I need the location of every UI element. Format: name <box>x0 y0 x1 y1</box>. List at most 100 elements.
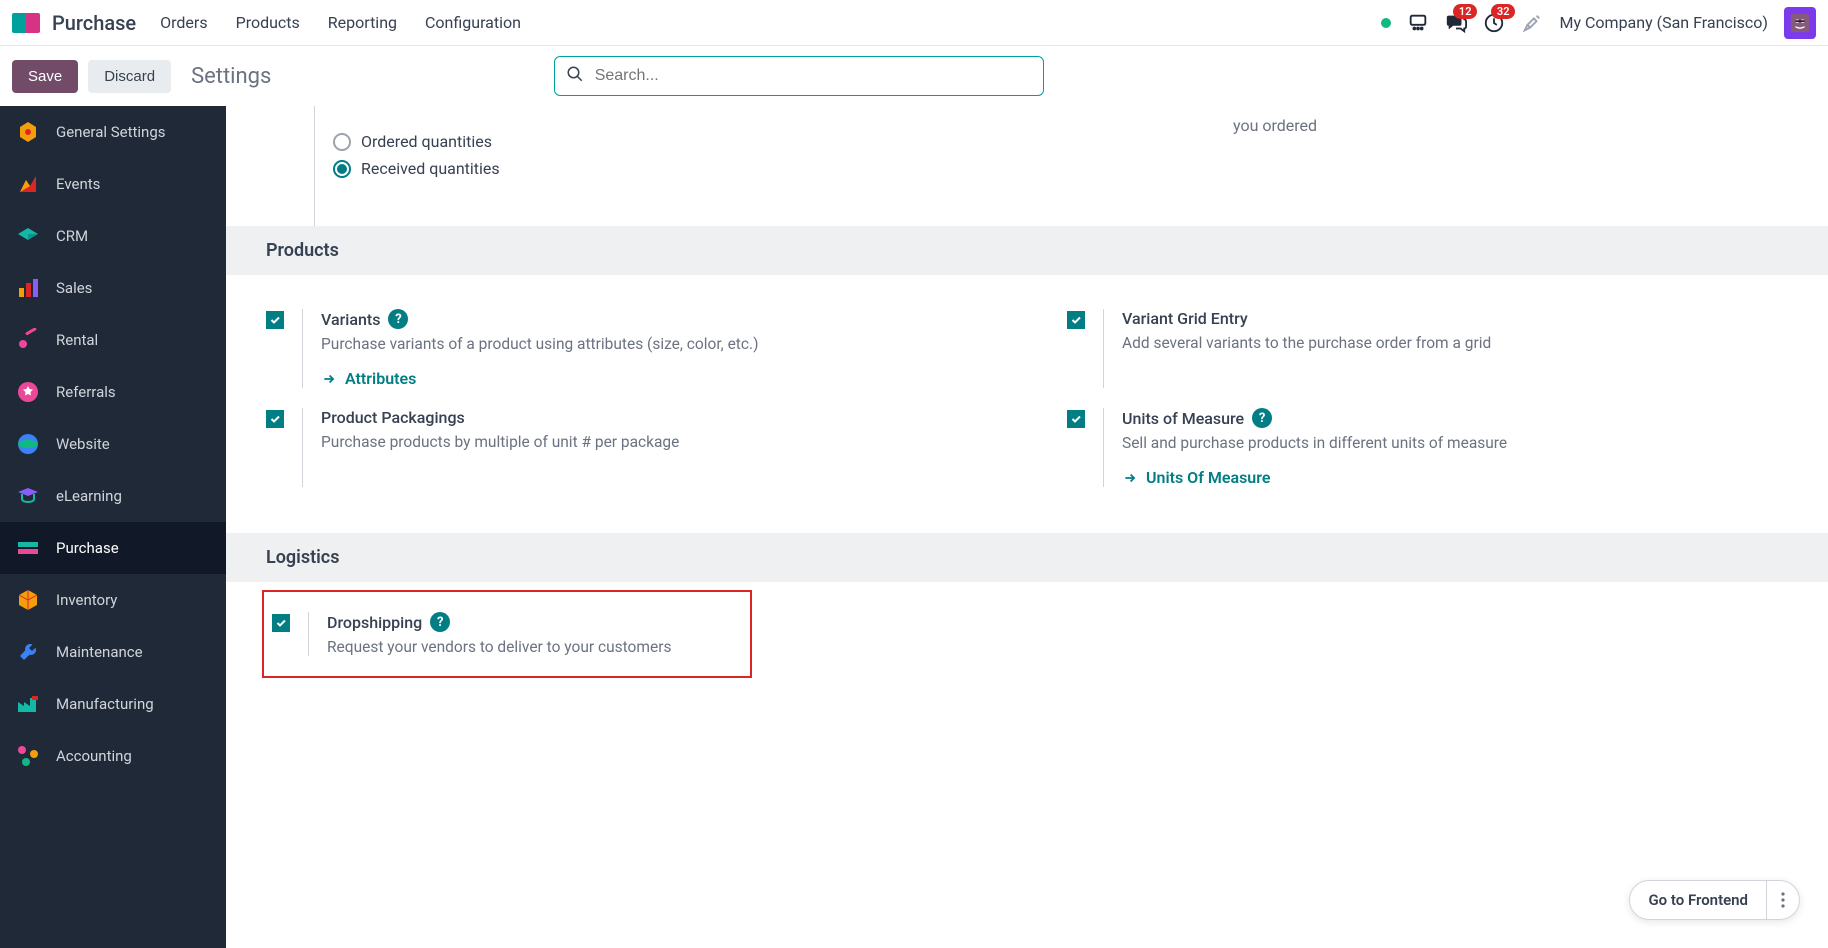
divider <box>308 612 309 656</box>
help-icon[interactable]: ? <box>430 612 450 632</box>
sidebar-item-label: Inventory <box>56 591 117 609</box>
menu-reporting[interactable]: Reporting <box>328 13 397 32</box>
elearning-icon <box>16 484 40 508</box>
kebab-icon <box>1781 892 1785 908</box>
sidebar-item-label: eLearning <box>56 487 122 505</box>
section-header-logistics: Logistics <box>226 533 1828 582</box>
manufacturing-icon <box>16 692 40 716</box>
menu-orders[interactable]: Orders <box>160 13 207 32</box>
divider <box>1103 309 1104 388</box>
section-body-logistics: Dropshipping ? Request your vendors to d… <box>226 590 1828 678</box>
phone-icon[interactable] <box>1407 12 1429 34</box>
help-icon[interactable]: ? <box>388 309 408 329</box>
sidebar-item-referrals[interactable]: Referrals <box>0 366 226 418</box>
setting-title-label: Product Packagings <box>321 408 465 427</box>
sidebar-item-maintenance[interactable]: Maintenance <box>0 626 226 678</box>
sidebar-item-label: General Settings <box>56 123 166 141</box>
checkbox-variant-grid[interactable] <box>1067 311 1085 329</box>
website-icon <box>16 432 40 456</box>
partial-text-fragment: you ordered <box>1233 116 1317 135</box>
company-name[interactable]: My Company (San Francisco) <box>1559 13 1768 32</box>
status-dot-icon <box>1381 18 1391 28</box>
radio-icon <box>333 160 351 178</box>
sidebar-item-crm[interactable]: CRM <box>0 210 226 262</box>
gear-icon <box>16 120 40 144</box>
content-area[interactable]: you ordered Ordered quantities Received … <box>226 106 1828 948</box>
menu-products[interactable]: Products <box>236 13 300 32</box>
inventory-icon <box>16 588 40 612</box>
radio-received-quantities[interactable]: Received quantities <box>333 159 1828 178</box>
radio-ordered-quantities[interactable]: Ordered quantities <box>333 132 1828 151</box>
setting-desc: Add several variants to the purchase ord… <box>1122 334 1788 352</box>
radio-label: Ordered quantities <box>361 132 492 151</box>
sidebar-item-label: Referrals <box>56 383 116 401</box>
link-label: Attributes <box>345 369 416 388</box>
save-button[interactable]: Save <box>12 60 78 93</box>
frontend-more-button[interactable] <box>1767 882 1799 918</box>
setting-title-label: Units of Measure <box>1122 409 1244 428</box>
sidebar-item-label: Events <box>56 175 100 193</box>
search-icon <box>566 65 584 87</box>
tools-icon[interactable] <box>1521 12 1543 34</box>
go-to-frontend-button[interactable]: Go to Frontend <box>1630 881 1767 919</box>
settings-sidebar: General Settings Events CRM Sales Rental… <box>0 106 226 948</box>
setting-desc: Purchase products by multiple of unit # … <box>321 433 987 451</box>
sidebar-item-rental[interactable]: Rental <box>0 314 226 366</box>
sidebar-item-label: Purchase <box>56 539 119 557</box>
checkbox-dropshipping[interactable] <box>272 614 290 632</box>
help-icon[interactable]: ? <box>1252 408 1272 428</box>
top-navbar: Purchase Orders Products Reporting Confi… <box>0 0 1828 46</box>
link-units-of-measure[interactable]: Units Of Measure <box>1122 468 1788 487</box>
purchase-icon <box>16 536 40 560</box>
sidebar-item-general-settings[interactable]: General Settings <box>0 106 226 158</box>
sidebar-item-events[interactable]: Events <box>0 158 226 210</box>
section-header-products: Products <box>226 226 1828 275</box>
app-name[interactable]: Purchase <box>52 11 136 35</box>
sidebar-item-label: Accounting <box>56 747 132 765</box>
user-avatar[interactable] <box>1784 7 1816 39</box>
sidebar-item-elearning[interactable]: eLearning <box>0 470 226 522</box>
divider <box>1103 408 1104 487</box>
setting-variants: Variants ? Purchase variants of a produc… <box>226 299 1027 398</box>
sidebar-item-label: Manufacturing <box>56 695 154 713</box>
sidebar-item-inventory[interactable]: Inventory <box>0 574 226 626</box>
sidebar-item-website[interactable]: Website <box>0 418 226 470</box>
divider <box>302 309 303 388</box>
menu-configuration[interactable]: Configuration <box>425 13 521 32</box>
sidebar-item-manufacturing[interactable]: Manufacturing <box>0 678 226 730</box>
divider <box>302 408 303 487</box>
checkbox-variants[interactable] <box>266 311 284 329</box>
referrals-icon <box>16 380 40 404</box>
sidebar-item-sales[interactable]: Sales <box>0 262 226 314</box>
sidebar-item-label: CRM <box>56 227 88 245</box>
section-body-products: Variants ? Purchase variants of a produc… <box>226 275 1828 533</box>
frontend-pill: Go to Frontend <box>1629 880 1800 920</box>
discard-button[interactable]: Discard <box>88 60 171 93</box>
activities-icon[interactable]: 32 <box>1483 12 1505 34</box>
sidebar-item-label: Rental <box>56 331 98 349</box>
setting-desc: Request your vendors to deliver to your … <box>327 638 746 656</box>
radio-icon <box>333 133 351 151</box>
sidebar-item-accounting[interactable]: Accounting <box>0 730 226 782</box>
setting-dropshipping: Dropshipping ? Request your vendors to d… <box>268 612 750 656</box>
link-label: Units Of Measure <box>1146 468 1270 487</box>
control-bar: Save Discard Settings <box>0 46 1828 106</box>
checkbox-uom[interactable] <box>1067 410 1085 428</box>
checkbox-packagings[interactable] <box>266 410 284 428</box>
setting-title-label: Variant Grid Entry <box>1122 309 1248 328</box>
highlight-dropshipping: Dropshipping ? Request your vendors to d… <box>262 590 752 678</box>
messages-icon[interactable]: 12 <box>1445 12 1467 34</box>
search-wrap <box>554 56 1044 96</box>
brand-logo[interactable] <box>12 13 40 33</box>
sidebar-item-label: Website <box>56 435 110 453</box>
setting-desc: Sell and purchase products in different … <box>1122 434 1788 452</box>
radio-label: Received quantities <box>361 159 500 178</box>
nav-menu: Orders Products Reporting Configuration <box>160 13 521 32</box>
search-input[interactable] <box>554 56 1044 96</box>
setting-title-label: Dropshipping <box>327 613 422 632</box>
setting-variant-grid-entry: Variant Grid Entry Add several variants … <box>1027 299 1828 398</box>
link-attributes[interactable]: Attributes <box>321 369 987 388</box>
setting-product-packagings: Product Packagings Purchase products by … <box>226 398 1027 497</box>
events-icon <box>16 172 40 196</box>
sidebar-item-purchase[interactable]: Purchase <box>0 522 226 574</box>
